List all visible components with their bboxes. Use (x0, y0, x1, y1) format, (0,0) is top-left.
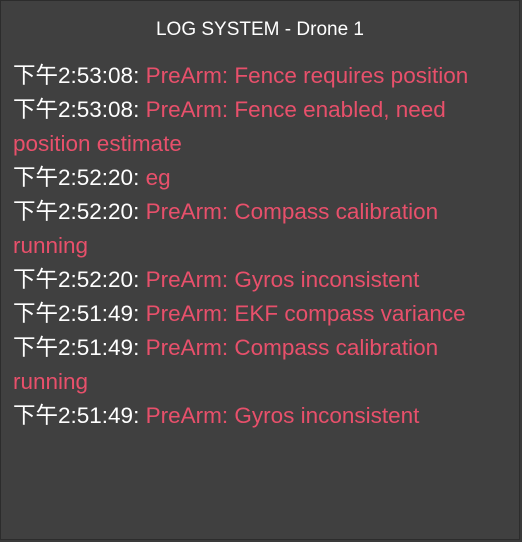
log-message: PreArm: Fence requires position (145, 63, 469, 88)
log-entry: 下午2:51:49: PreArm: Gyros inconsistent (13, 399, 507, 433)
log-entry: 下午2:51:49: PreArm: EKF compass variance (13, 297, 507, 331)
log-entry: 下午2:52:20: PreArm: Gyros inconsistent (13, 263, 507, 297)
log-timestamp: 下午2:52:20: (13, 199, 140, 224)
log-entry: 下午2:53:08: PreArm: Fence enabled, need p… (13, 93, 507, 161)
log-message: PreArm: Gyros inconsistent (145, 403, 420, 428)
log-system-panel: LOG SYSTEM - Drone 1 下午2:53:08: PreArm: … (0, 0, 520, 540)
panel-title: LOG SYSTEM - Drone 1 (155, 19, 364, 40)
log-timestamp: 下午2:52:20: (13, 267, 140, 292)
log-timestamp: 下午2:51:49: (13, 335, 140, 360)
log-entry: 下午2:52:20: PreArm: Compass calibration r… (13, 195, 507, 263)
log-timestamp: 下午2:52:20: (13, 165, 140, 190)
log-entry: 下午2:53:08: PreArm: Fence requires positi… (13, 59, 507, 93)
log-timestamp: 下午2:51:49: (13, 403, 140, 428)
log-message: PreArm: EKF compass variance (145, 301, 466, 326)
log-timestamp: 下午2:51:49: (13, 301, 140, 326)
log-timestamp: 下午2:53:08: (13, 97, 140, 122)
log-timestamp: 下午2:53:08: (13, 63, 140, 88)
log-message: PreArm: Gyros inconsistent (145, 267, 420, 292)
log-entry: 下午2:51:49: PreArm: Compass calibration r… (13, 331, 507, 399)
log-entry: 下午2:52:20: eg (13, 161, 507, 195)
log-message: eg (145, 165, 171, 190)
log-list[interactable]: 下午2:53:08: PreArm: Fence requires positi… (1, 59, 519, 433)
